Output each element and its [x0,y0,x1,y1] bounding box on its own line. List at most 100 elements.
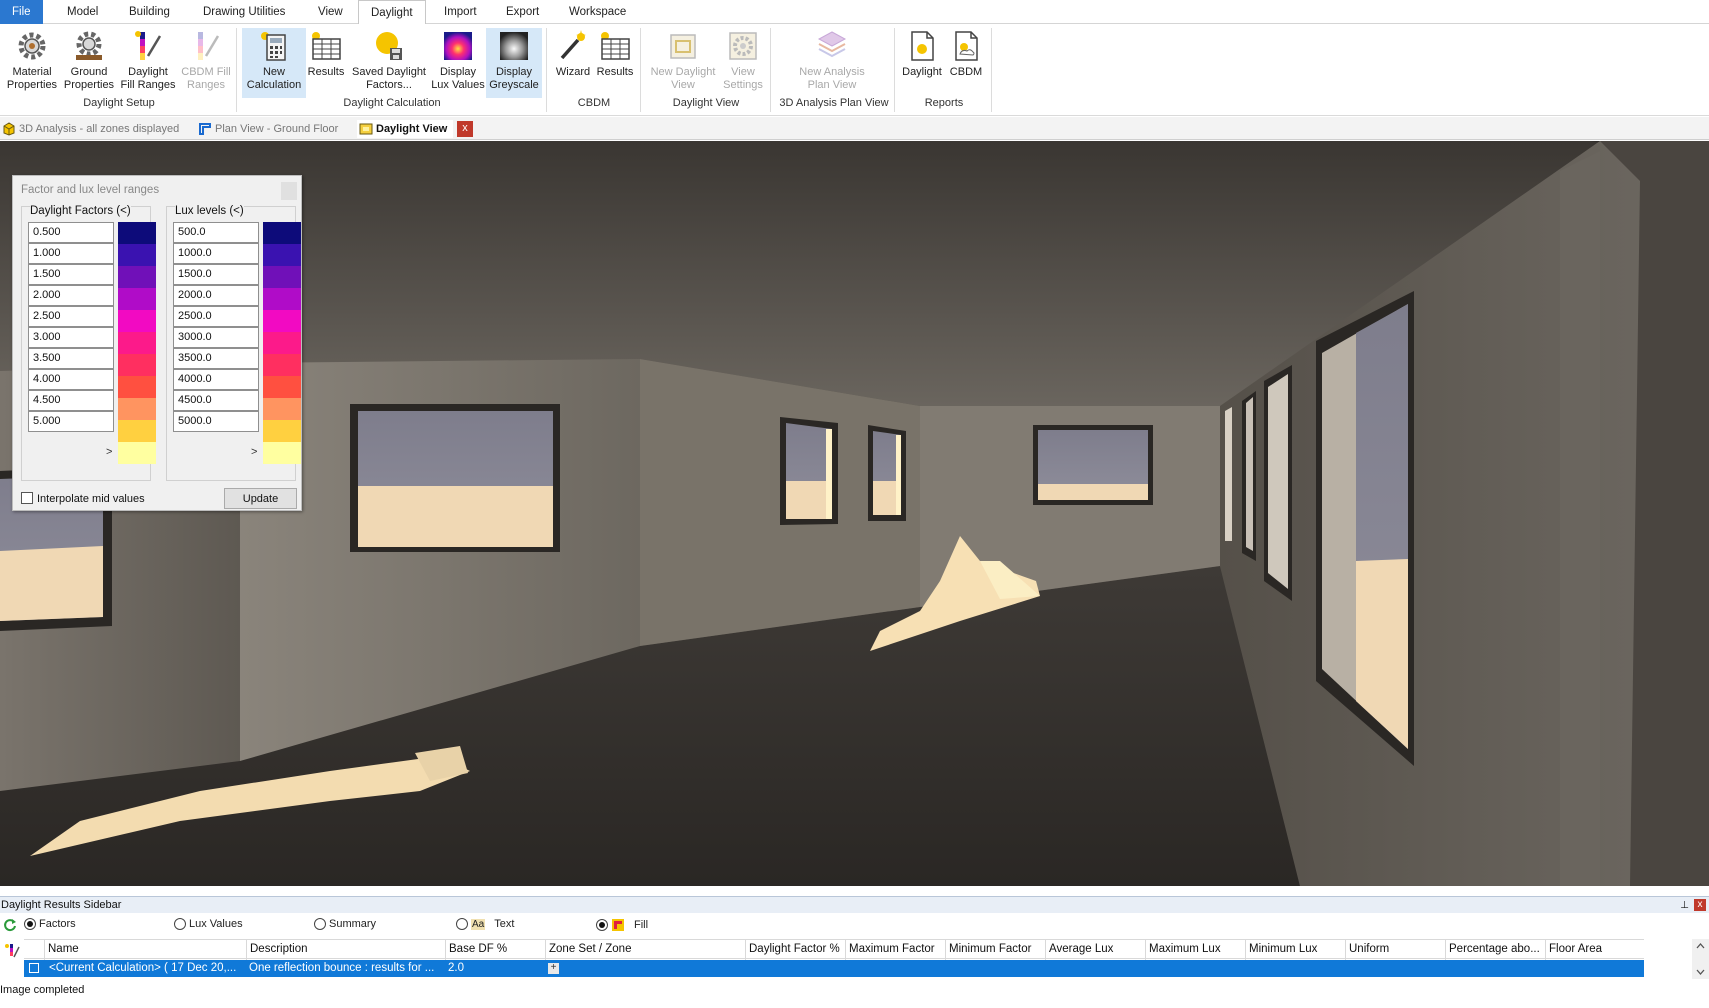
df-value-8[interactable]: 4.000 [28,369,114,390]
df-color-swatch[interactable] [118,354,156,376]
df-color-swatch[interactable] [118,266,156,288]
radio-fill-dot[interactable] [596,919,608,931]
pin-icon[interactable]: ⊥ [1680,898,1689,914]
lux-value-3[interactable]: 1500.0 [173,264,259,285]
lux-value-5[interactable]: 2500.0 [173,306,259,327]
lux-color-swatch[interactable] [263,310,301,332]
lux-value-6[interactable]: 3000.0 [173,327,259,348]
panel-close-button[interactable] [281,182,297,200]
df-more-button[interactable]: > [106,446,112,458]
lux-color-swatch[interactable] [263,266,301,288]
df-color-swatch[interactable] [118,332,156,354]
menu-tab-import[interactable]: Import [432,0,489,24]
col-header-max-factor[interactable]: Maximum Factor [845,940,945,960]
saved-daylight-factors-button[interactable]: Saved Daylight Factors... [348,28,430,98]
col-header-name[interactable]: Name [44,940,246,960]
df-color-swatch[interactable] [118,376,156,398]
lux-color-swatch[interactable] [263,244,301,266]
menu-tab-export[interactable]: Export [494,0,551,24]
df-color-swatch[interactable] [118,288,156,310]
update-button[interactable]: Update [224,488,297,509]
menu-tab-model[interactable]: Model [55,0,110,24]
df-value-2[interactable]: 1.000 [28,243,114,264]
menu-tab-file[interactable]: File [0,0,43,24]
lux-color-swatch[interactable] [263,288,301,310]
col-header-average-lux[interactable]: Average Lux [1045,940,1145,960]
lux-value-1[interactable]: 500.0 [173,222,259,243]
radio-fill[interactable]: Fill [596,918,648,932]
doc-tab-daylight-view[interactable]: Daylight View [357,120,453,138]
df-value-10[interactable]: 5.000 [28,411,114,432]
new-analysis-plan-view-button[interactable]: New Analysis Plan View [776,28,888,98]
df-color-swatch[interactable] [118,420,156,442]
lux-color-swatch[interactable] [263,354,301,376]
df-color-swatch[interactable] [118,398,156,420]
lux-value-4[interactable]: 2000.0 [173,285,259,306]
close-tab-button[interactable]: x [457,121,473,137]
report-daylight-button[interactable]: Daylight [900,28,944,98]
doc-tab-3d-analysis[interactable]: 3D Analysis - all zones displayed [0,120,190,138]
lux-color-swatch[interactable] [263,222,301,244]
sidebar-close-button[interactable]: x [1694,899,1706,911]
radio-factors[interactable]: Factors [24,918,76,930]
refresh-icon[interactable] [3,918,17,932]
radio-text[interactable]: Aa Text [456,918,514,930]
lux-value-9[interactable]: 4500.0 [173,390,259,411]
col-header-zone-set[interactable]: Zone Set / Zone [545,940,745,960]
df-value-7[interactable]: 3.500 [28,348,114,369]
radio-summary[interactable]: Summary [314,918,376,930]
lux-value-2[interactable]: 1000.0 [173,243,259,264]
cbdm-results-button[interactable]: Results [594,28,636,98]
lux-color-swatch[interactable] [263,420,301,442]
col-header-percentage-above[interactable]: Percentage abo... [1445,940,1545,960]
cbdm-fill-ranges-button[interactable]: CBDM Fill Ranges [178,28,234,98]
menu-tab-drawing-utilities[interactable]: Drawing Utilities [191,0,297,24]
ground-properties-button[interactable]: Ground Properties [60,28,118,98]
material-properties-button[interactable]: Material Properties [4,28,60,98]
menu-tab-view[interactable]: View [306,0,355,24]
menu-tab-daylight[interactable]: Daylight [358,0,426,25]
df-color-swatch[interactable] [118,442,156,464]
report-cbdm-button[interactable]: CBDM [944,28,988,98]
df-value-4[interactable]: 2.000 [28,285,114,306]
menu-tab-building[interactable]: Building [117,0,182,24]
df-value-5[interactable]: 2.500 [28,306,114,327]
col-header-min-factor[interactable]: Minimum Factor [945,940,1045,960]
results-button[interactable]: Results [306,28,346,98]
radio-factors-dot[interactable] [24,918,36,930]
df-value-6[interactable]: 3.000 [28,327,114,348]
doc-tab-plan-view[interactable]: Plan View - Ground Floor [196,120,352,138]
col-header-uniform[interactable]: Uniform [1345,940,1445,960]
display-lux-values-button[interactable]: Display Lux Values [430,28,486,98]
df-color-swatch[interactable] [118,244,156,266]
row-checkbox[interactable] [29,963,39,973]
df-color-swatch[interactable] [118,310,156,332]
lux-color-swatch[interactable] [263,332,301,354]
view-settings-button[interactable]: View Settings [720,28,766,98]
scroll-down-icon[interactable] [1696,969,1705,975]
new-calculation-button[interactable]: New Calculation [242,28,306,98]
checkbox-box[interactable] [21,492,33,504]
lux-value-7[interactable]: 3500.0 [173,348,259,369]
radio-summary-dot[interactable] [314,918,326,930]
menu-tab-workspace[interactable]: Workspace [557,0,638,24]
daylight-fill-ranges-button[interactable]: Daylight Fill Ranges [118,28,178,98]
col-header-max-lux[interactable]: Maximum Lux [1145,940,1245,960]
col-header-daylight-factor[interactable]: Daylight Factor % [745,940,845,960]
lux-color-swatch[interactable] [263,442,301,464]
row-expand-button[interactable]: + [548,963,559,974]
df-value-9[interactable]: 4.500 [28,390,114,411]
df-value-1[interactable]: 0.500 [28,222,114,243]
lux-value-8[interactable]: 4000.0 [173,369,259,390]
df-value-3[interactable]: 1.500 [28,264,114,285]
wizard-button[interactable]: Wizard [552,28,594,98]
col-header-floor-area[interactable]: Floor Area [1545,940,1644,960]
col-header-min-lux[interactable]: Minimum Lux [1245,940,1345,960]
col-header-description[interactable]: Description [246,940,445,960]
df-color-swatch[interactable] [118,222,156,244]
lux-color-swatch[interactable] [263,398,301,420]
lux-value-10[interactable]: 5000.0 [173,411,259,432]
vertical-scrollbar[interactable] [1692,939,1709,979]
col-header-base-df[interactable]: Base DF % [445,940,545,960]
interpolate-mid-values-checkbox[interactable]: Interpolate mid values [21,492,145,505]
